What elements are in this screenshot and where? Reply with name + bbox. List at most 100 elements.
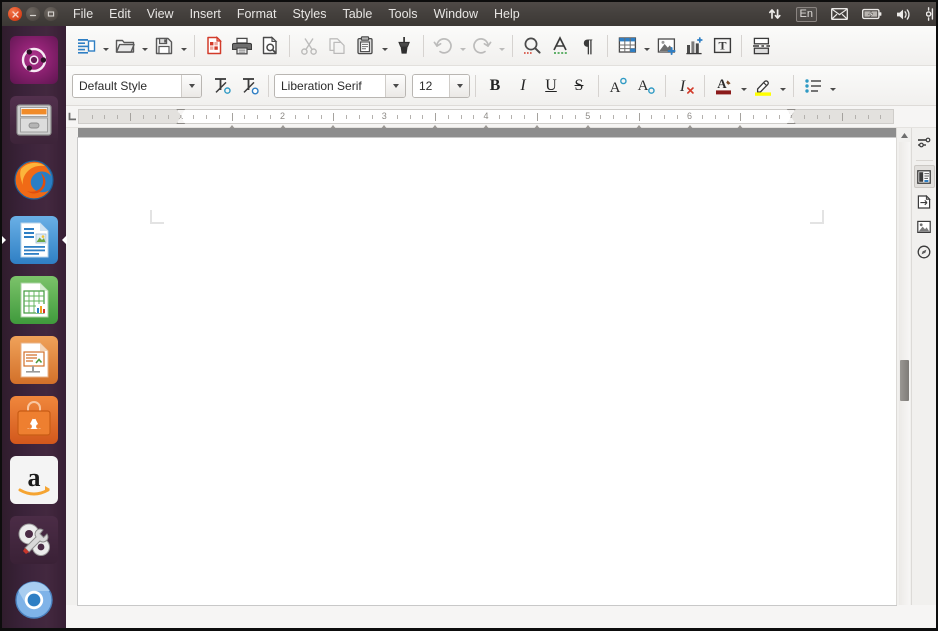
font-name-dropdown[interactable]: [385, 75, 405, 97]
bullet-list-button[interactable]: [799, 72, 827, 100]
insert-text-box-button[interactable]: T: [708, 32, 736, 60]
redo-button[interactable]: [468, 32, 496, 60]
open-document-dropdown[interactable]: [139, 33, 150, 59]
launcher-item-ubuntu-dash[interactable]: [5, 31, 63, 89]
underline-button[interactable]: U: [537, 72, 565, 100]
volume-icon[interactable]: [889, 2, 920, 26]
undo-button[interactable]: [429, 32, 457, 60]
battery-charging-icon[interactable]: [855, 2, 889, 26]
text-boundary-corner-top-right: [810, 210, 824, 224]
ruler-tick: [575, 115, 576, 119]
menu-view[interactable]: View: [139, 4, 182, 24]
print-preview-button[interactable]: [256, 32, 284, 60]
sidebar-tab-properties[interactable]: [914, 165, 935, 188]
font-color-button[interactable]: A: [710, 72, 738, 100]
envelope-icon[interactable]: [824, 2, 855, 26]
find-and-replace-button[interactable]: [518, 32, 546, 60]
clear-formatting-button[interactable]: I: [671, 72, 699, 100]
menu-edit[interactable]: Edit: [101, 4, 139, 24]
menu-table[interactable]: Table: [334, 4, 380, 24]
keyboard-layout-indicator[interactable]: En: [789, 2, 824, 26]
save-document-button[interactable]: [150, 32, 178, 60]
sidebar-tab-navigator[interactable]: [914, 240, 935, 263]
menu-window[interactable]: Window: [426, 4, 486, 24]
launcher-item-system-settings[interactable]: [5, 511, 63, 569]
update-selected-style-button[interactable]: [207, 72, 235, 100]
minimize-window-button[interactable]: [26, 7, 40, 21]
paragraph-style-combo[interactable]: [72, 74, 202, 98]
ruler-tick-label: 5: [585, 111, 590, 122]
document-text-content[interactable]: [164, 216, 810, 595]
launcher-item-files[interactable]: [5, 91, 63, 149]
highlight-color-button[interactable]: [749, 72, 777, 100]
superscript-button[interactable]: A: [604, 72, 632, 100]
menu-insert[interactable]: Insert: [182, 4, 229, 24]
new-style-from-selection-button[interactable]: [235, 72, 263, 100]
bold-button[interactable]: B: [481, 72, 509, 100]
libreoffice-calc-icon: [10, 276, 58, 324]
launcher-item-firefox[interactable]: [5, 151, 63, 209]
formatting-marks-button[interactable]: ¶: [574, 32, 602, 60]
redo-dropdown[interactable]: [496, 33, 507, 59]
paragraph-style-dropdown[interactable]: [181, 75, 201, 97]
scroll-up-arrow[interactable]: [898, 128, 911, 142]
close-window-button[interactable]: [8, 7, 22, 21]
insert-page-break-button[interactable]: [747, 32, 775, 60]
ruler-tick: [193, 115, 194, 119]
ruler-tick: [740, 113, 741, 121]
network-updown-icon[interactable]: [761, 2, 789, 26]
horizontal-ruler[interactable]: 1234567: [78, 109, 894, 124]
spelling-button[interactable]: [546, 32, 574, 60]
launcher-item-libreoffice-writer[interactable]: [5, 211, 63, 269]
font-size-input[interactable]: [413, 75, 449, 97]
undo-dropdown[interactable]: [457, 33, 468, 59]
menu-tools[interactable]: Tools: [380, 4, 425, 24]
vertical-scroll-thumb[interactable]: [900, 360, 909, 402]
maximize-window-button[interactable]: [44, 7, 58, 21]
menu-file[interactable]: File: [65, 4, 101, 24]
insert-table-button[interactable]: [613, 32, 641, 60]
menu-styles[interactable]: Styles: [284, 4, 334, 24]
insert-chart-button[interactable]: [680, 32, 708, 60]
bullet-list-dropdown[interactable]: [827, 73, 838, 99]
cut-button[interactable]: [295, 32, 323, 60]
highlight-color-dropdown[interactable]: [777, 73, 788, 99]
menu-bar: File Edit View Insert Format Styles Tabl…: [65, 2, 528, 26]
launcher-item-chromium[interactable]: [5, 571, 63, 629]
copy-button[interactable]: [323, 32, 351, 60]
print-button[interactable]: [228, 32, 256, 60]
session-gear-icon[interactable]: [920, 2, 936, 26]
paste-button[interactable]: [351, 32, 379, 60]
paste-dropdown[interactable]: [379, 33, 390, 59]
font-color-dropdown[interactable]: [738, 73, 749, 99]
paragraph-style-input[interactable]: [73, 75, 181, 97]
font-name-input[interactable]: [275, 75, 385, 97]
sidebar-tab-page[interactable]: [914, 190, 935, 213]
sidebar-tab-gallery[interactable]: [914, 215, 935, 238]
ruler-tick: [130, 113, 131, 121]
document-page[interactable]: [78, 138, 896, 605]
launcher-item-libreoffice-calc[interactable]: [5, 271, 63, 329]
export-pdf-button[interactable]: [200, 32, 228, 60]
insert-image-button[interactable]: [652, 32, 680, 60]
ruler-tick-label: 2: [280, 111, 285, 122]
font-size-combo[interactable]: [412, 74, 470, 98]
launcher-item-libreoffice-impress[interactable]: [5, 331, 63, 389]
font-size-dropdown[interactable]: [449, 75, 469, 97]
save-document-dropdown[interactable]: [178, 33, 189, 59]
new-document-dropdown[interactable]: [100, 33, 111, 59]
subscript-button[interactable]: A: [632, 72, 660, 100]
menu-format[interactable]: Format: [229, 4, 285, 24]
clone-formatting-button[interactable]: [390, 32, 418, 60]
strikethrough-button[interactable]: S: [565, 72, 593, 100]
new-document-button[interactable]: [72, 32, 100, 60]
open-document-button[interactable]: [111, 32, 139, 60]
sidebar-settings-icon[interactable]: [914, 132, 935, 155]
launcher-item-amazon[interactable]: a: [5, 451, 63, 509]
font-name-combo[interactable]: [274, 74, 406, 98]
insert-table-dropdown[interactable]: [641, 33, 652, 59]
launcher-item-ubuntu-software[interactable]: [5, 391, 63, 449]
italic-button[interactable]: I: [509, 72, 537, 100]
vertical-scrollbar[interactable]: [896, 128, 911, 605]
menu-help[interactable]: Help: [486, 4, 528, 24]
